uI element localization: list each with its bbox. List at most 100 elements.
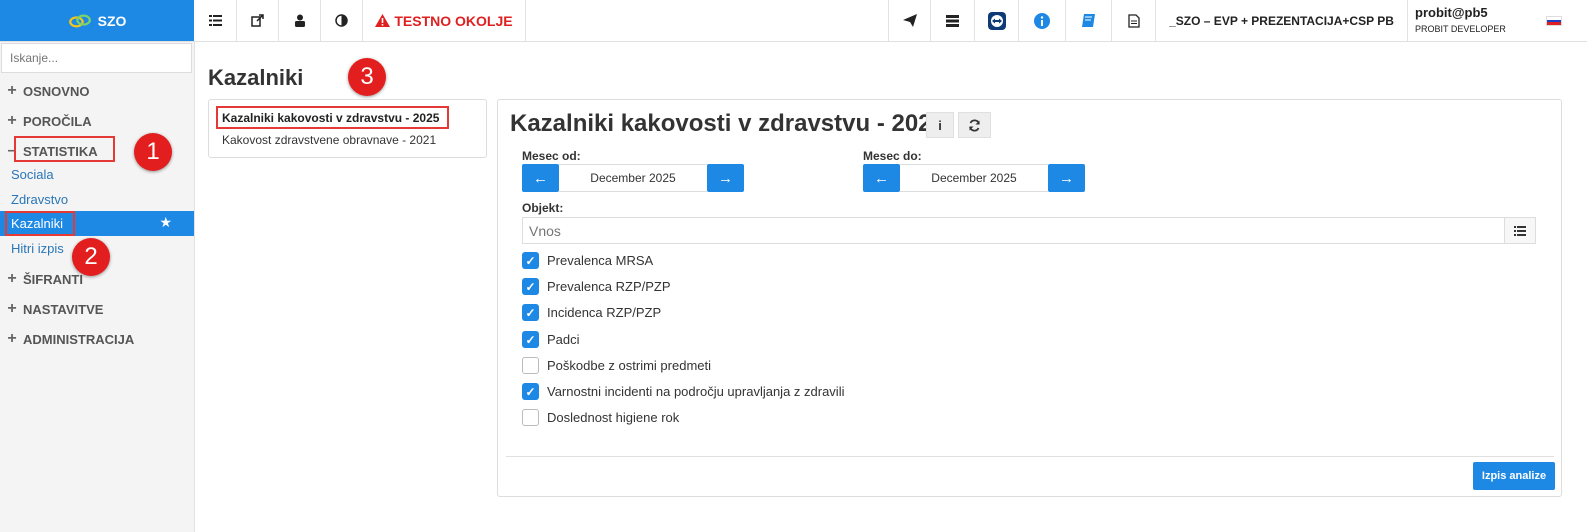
next-month-button[interactable]: → <box>1048 164 1085 192</box>
environment-name[interactable]: _SZO – EVP + PREZENTACIJA+CSP PB <box>1156 0 1408 41</box>
mesec-od-label: Mesec od: <box>522 149 581 163</box>
teamviewer-icon <box>987 11 1006 30</box>
plus-icon: + <box>7 270 17 287</box>
user-lock-button[interactable] <box>279 0 321 41</box>
top-bar: SZO TESTNO OKOLJE _SZO – EVP + PREZENTAC… <box>0 0 1587 42</box>
sidebar-item-sociala[interactable]: Sociala <box>11 167 54 182</box>
prev-month-button[interactable]: ← <box>522 164 559 192</box>
info-icon: i <box>938 117 942 133</box>
sidebar-section-label: POROČILA <box>23 113 92 129</box>
manual-button[interactable] <box>1066 0 1112 41</box>
refresh-button[interactable] <box>958 112 991 138</box>
user-info[interactable]: probit@pb5 PROBIT DEVELOPER <box>1415 5 1506 34</box>
checkbox-icon[interactable]: ✓ <box>522 304 539 321</box>
send-button[interactable] <box>888 0 931 41</box>
arrow-left-icon: ← <box>874 169 889 187</box>
language-flag-icon[interactable] <box>1546 16 1562 26</box>
mesec-od-picker: ← December 2025 → <box>522 164 744 192</box>
mesec-do-label: Mesec do: <box>863 149 922 163</box>
external-link-icon <box>251 14 264 27</box>
info-button[interactable]: i <box>926 112 954 138</box>
checkbox-label: Varnostni incidenti na področju upravlja… <box>547 384 845 399</box>
sidebar-section-administracija[interactable]: + ADMINISTRACIJA <box>7 330 134 348</box>
app-logo[interactable]: SZO <box>0 0 194 41</box>
checkbox-poskodbe[interactable]: Poškodbe z ostrimi predmeti <box>522 357 711 374</box>
prev-month-button[interactable]: ← <box>863 164 900 192</box>
list-item[interactable]: Kakovost zdravstvene obravnave - 2021 <box>222 133 436 147</box>
checkbox-icon[interactable]: ✓ <box>522 278 539 295</box>
teamviewer-button[interactable] <box>975 0 1019 41</box>
plus-icon: + <box>7 112 17 129</box>
checkbox-label: Padci <box>547 332 580 347</box>
contrast-icon <box>335 14 348 27</box>
objekt-input[interactable] <box>523 218 1505 243</box>
sidebar-section-porocila[interactable]: + POROČILA <box>7 112 92 130</box>
checkbox-incidenca-rzp[interactable]: ✓ Incidenca RZP/PZP <box>522 304 661 321</box>
logo-icon <box>68 14 91 27</box>
mesec-do-value[interactable]: December 2025 <box>900 164 1048 192</box>
document-icon <box>1127 13 1140 28</box>
checkbox-label: Incidenca RZP/PZP <box>547 305 662 320</box>
book-icon <box>1082 14 1095 27</box>
contrast-button[interactable] <box>321 0 363 41</box>
checkbox-varnostni-incidenti[interactable]: ✓ Varnostni incidenti na področju upravlj… <box>522 383 844 400</box>
checkbox-prevalenca-mrsa[interactable]: ✓ Prevalenca MRSA <box>522 252 653 269</box>
checkbox-higiena-rok[interactable]: Doslednost higiene rok <box>522 409 679 426</box>
next-month-button[interactable]: → <box>707 164 744 192</box>
sidebar-section-sifranti[interactable]: + ŠIFRANTI <box>7 270 83 288</box>
env-warning: TESTNO OKOLJE <box>363 0 526 41</box>
checkbox-label: Doslednost higiene rok <box>547 410 680 425</box>
arrow-right-icon: → <box>1059 169 1074 187</box>
user-role: PROBIT DEVELOPER <box>1415 24 1506 34</box>
sidebar-search-input[interactable] <box>1 43 192 73</box>
user-name: probit@pb5 <box>1415 5 1488 20</box>
report-panel: Kazalniki kakovosti v zdravstvu - 2025 i… <box>497 99 1562 497</box>
objekt-list-button[interactable] <box>1504 218 1535 243</box>
list-icon <box>208 15 222 26</box>
annotation-box-statistika <box>14 136 115 162</box>
sidebar-section-osnovno[interactable]: + OSNOVNO <box>7 82 89 100</box>
annotation-badge-1: 1 <box>134 133 172 171</box>
server-icon <box>946 14 959 27</box>
document-button[interactable] <box>1112 0 1156 41</box>
annotation-badge-2: 2 <box>72 238 110 276</box>
checkbox-icon[interactable]: ✓ <box>522 331 539 348</box>
izpis-analize-button[interactable]: Izpis analize <box>1473 462 1555 490</box>
sidebar-section-label: ŠIFRANTI <box>23 271 83 287</box>
arrow-right-icon: → <box>718 169 733 187</box>
sidebar-item-zdravstvo[interactable]: Zdravstvo <box>11 192 68 207</box>
sidebar-item-hitri-izpis[interactable]: Hitri izpis <box>11 241 64 256</box>
annotation-box-kazalniki <box>5 211 75 236</box>
lock-user-icon <box>294 14 305 27</box>
list-item[interactable]: Kazalniki kakovosti v zdravstvu - 2025 <box>222 111 439 125</box>
sidebar-section-nastavitve[interactable]: + NASTAVITVE <box>7 300 103 318</box>
sidebar-section-label: ADMINISTRACIJA <box>23 331 135 347</box>
warning-icon <box>375 14 391 27</box>
info-icon <box>1034 12 1050 29</box>
report-list: Kazalniki kakovosti v zdravstvu - 2025 K… <box>208 99 487 158</box>
mesec-do-picker: ← December 2025 → <box>863 164 1085 192</box>
refresh-icon <box>969 118 980 132</box>
checkbox-label: Poškodbe z ostrimi predmeti <box>547 358 712 373</box>
sidebar: +OSNOVNO +POROČILA –STATISTIKA Sociala Z… <box>0 42 195 532</box>
checkbox-prevalenca-rzp[interactable]: ✓ Prevalenca RZP/PZP <box>522 278 671 295</box>
objekt-label: Objekt: <box>522 201 564 215</box>
checkbox-icon[interactable] <box>522 357 539 374</box>
send-icon <box>902 14 917 27</box>
star-icon[interactable]: ★ <box>159 214 172 231</box>
list-button[interactable] <box>194 0 237 41</box>
checkbox-label: Prevalenca MRSA <box>547 253 654 268</box>
external-link-button[interactable] <box>237 0 279 41</box>
logo-text: SZO <box>97 12 127 29</box>
checkbox-icon[interactable]: ✓ <box>522 383 539 400</box>
checkbox-padci[interactable]: ✓ Padci <box>522 331 580 348</box>
mesec-od-value[interactable]: December 2025 <box>559 164 707 192</box>
env-warning-text: TESTNO OKOLJE <box>394 12 513 29</box>
checkbox-label: Prevalenca RZP/PZP <box>547 279 671 294</box>
server-button[interactable] <box>931 0 975 41</box>
plus-icon: + <box>7 330 17 347</box>
checkbox-icon[interactable] <box>522 409 539 426</box>
checkbox-icon[interactable]: ✓ <box>522 252 539 269</box>
info-button[interactable] <box>1019 0 1066 41</box>
objekt-field <box>522 217 1536 244</box>
